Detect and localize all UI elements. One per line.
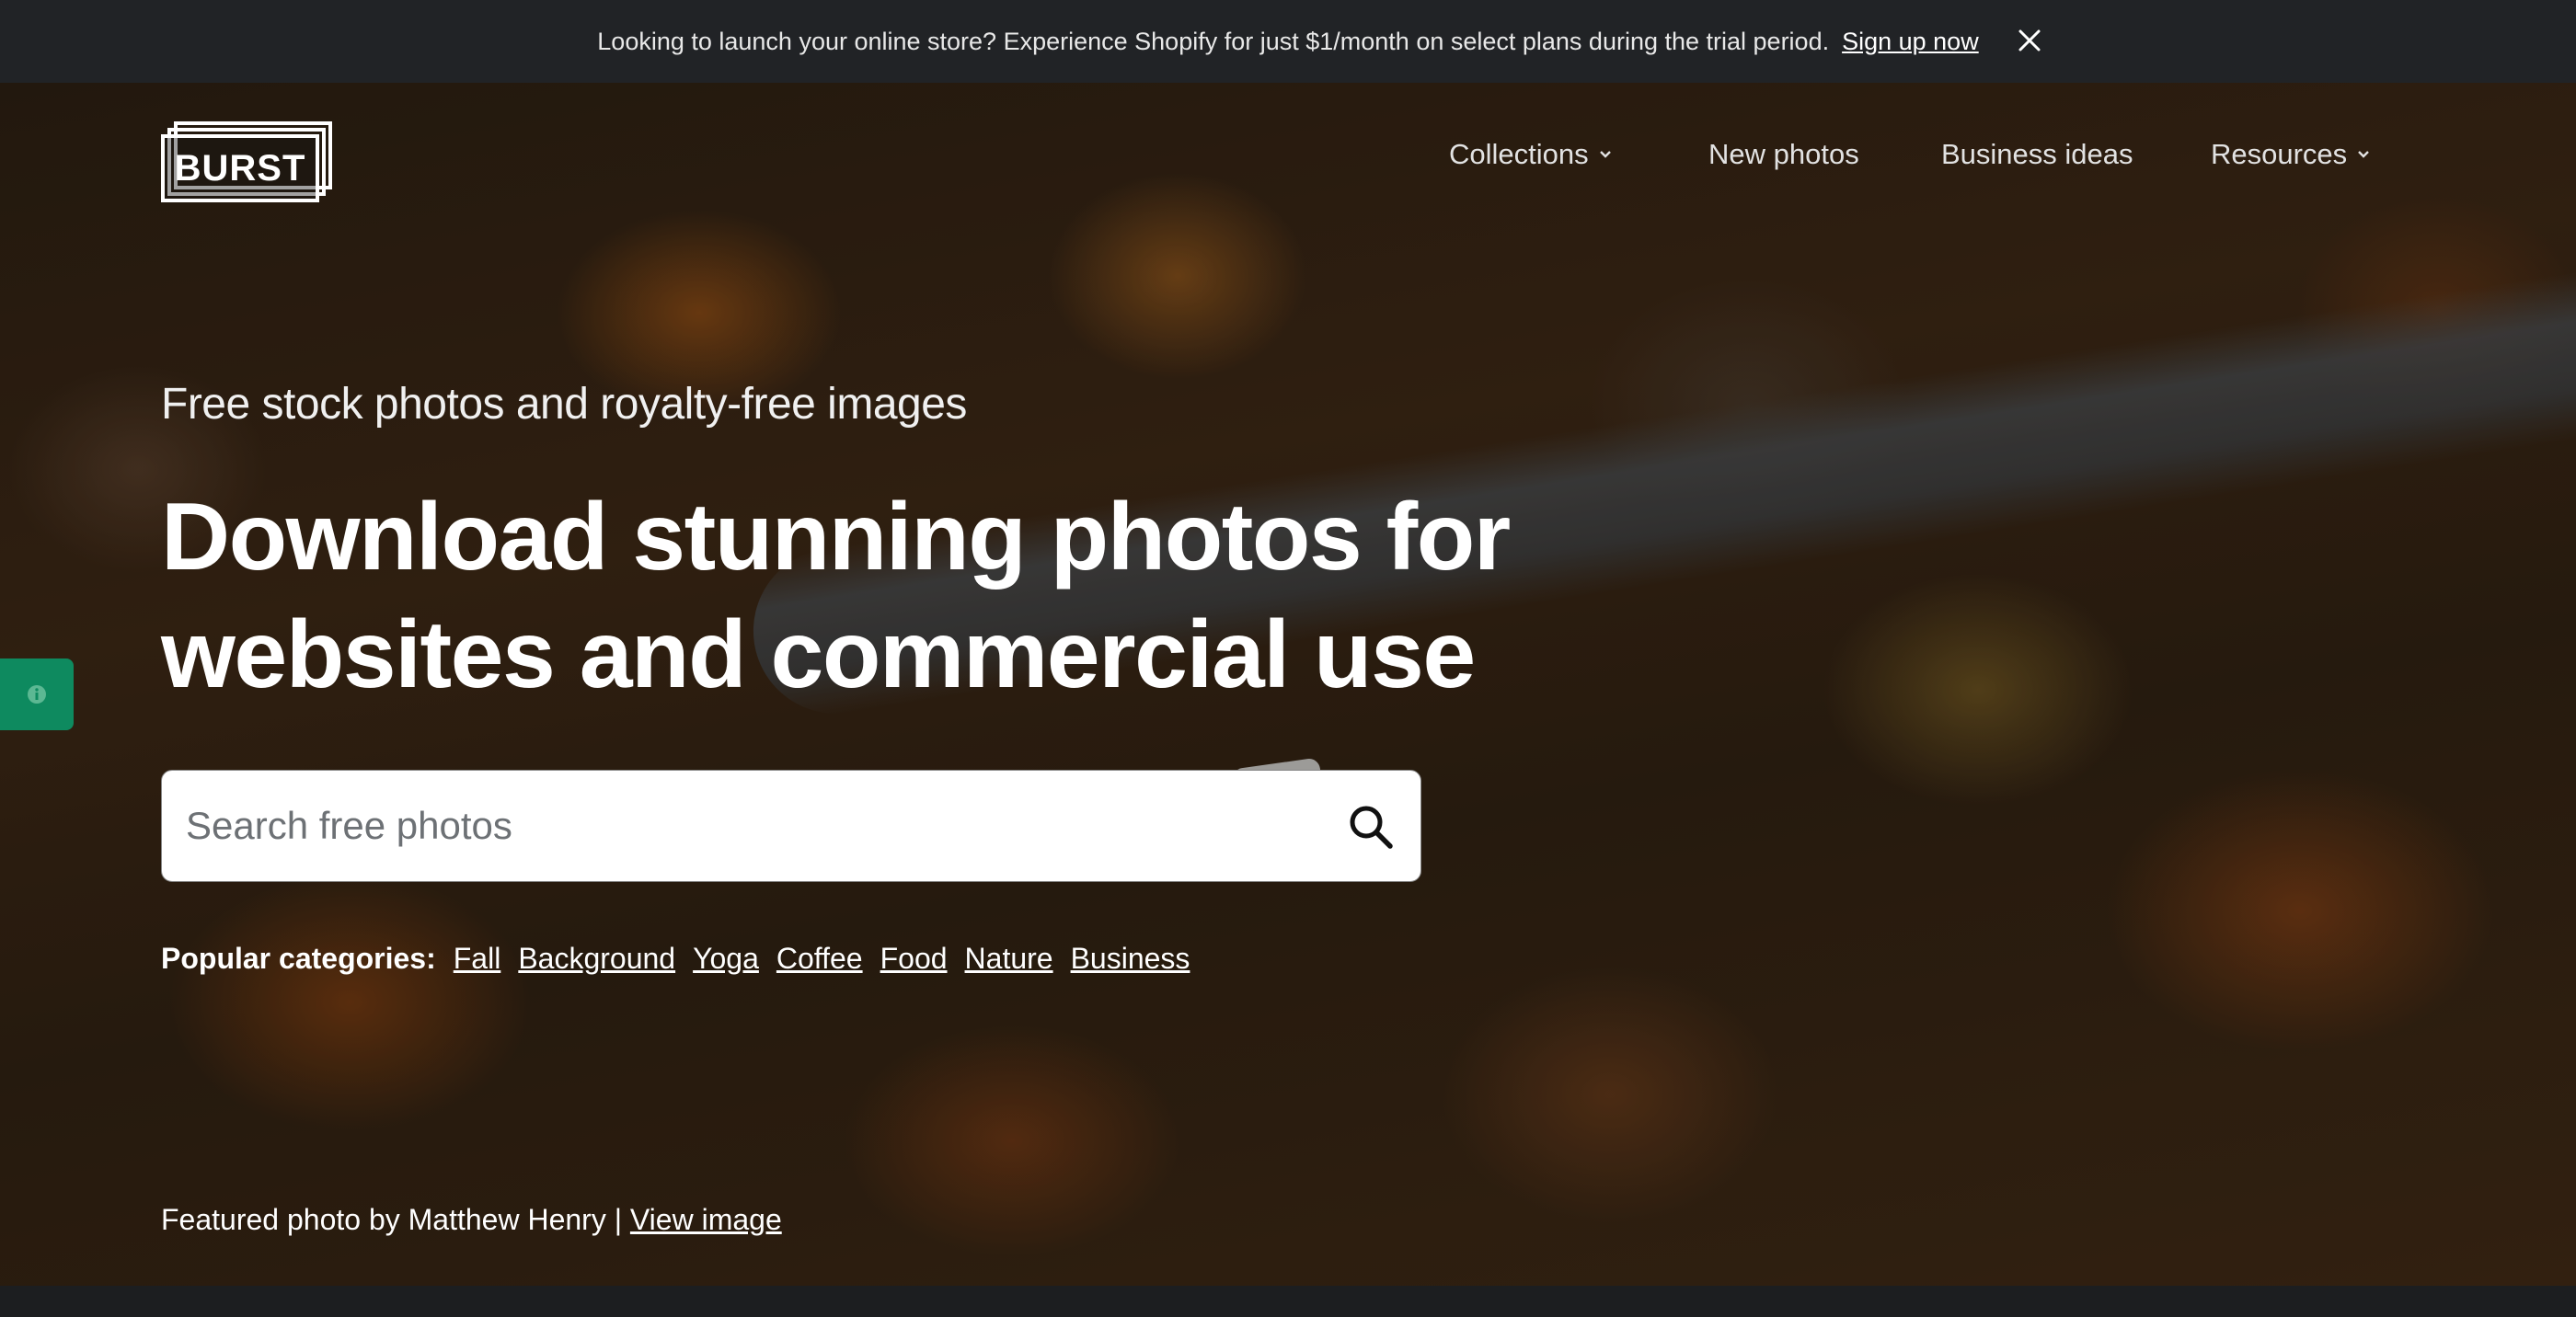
headline-line-2: websites and commercial use — [161, 601, 1476, 708]
search-button[interactable] — [1345, 801, 1397, 853]
category-link-yoga[interactable]: Yoga — [693, 942, 759, 976]
featured-photo-credit: Featured photo by Matthew Henry | View i… — [161, 1203, 782, 1237]
announcement-message: Looking to launch your online store? Exp… — [597, 27, 1830, 55]
category-link-food[interactable]: Food — [880, 942, 948, 976]
chevron-down-icon — [2356, 149, 2371, 160]
burst-logo[interactable]: BURST — [161, 121, 336, 202]
headline-line-1: Download stunning photos for — [161, 484, 1511, 590]
hero-headline: Download stunning photos for websites an… — [161, 478, 1541, 714]
close-icon — [2018, 29, 2041, 52]
nav-business-ideas[interactable]: Business ideas — [1941, 138, 2133, 171]
chevron-down-icon — [1598, 149, 1613, 160]
view-image-link[interactable]: View image — [630, 1203, 782, 1236]
category-link-fall[interactable]: Fall — [454, 942, 501, 976]
category-link-business[interactable]: Business — [1071, 942, 1190, 976]
logo-text: BURST — [161, 134, 319, 202]
search-icon — [1350, 806, 1393, 849]
category-link-background[interactable]: Background — [518, 942, 675, 976]
close-announcement-button[interactable] — [2013, 24, 2046, 57]
nav-new-photos[interactable]: New photos — [1708, 138, 1859, 171]
side-info-tab[interactable] — [0, 658, 74, 730]
featured-credit-text: Featured photo by Matthew Henry | — [161, 1203, 623, 1236]
nav-resources[interactable]: Resources — [2211, 138, 2371, 171]
search-box — [161, 770, 1421, 882]
hero-subtitle: Free stock photos and royalty-free image… — [161, 380, 967, 429]
category-link-coffee[interactable]: Coffee — [776, 942, 863, 976]
announcement-bar: Looking to launch your online store? Exp… — [0, 0, 2576, 83]
info-icon — [28, 685, 46, 704]
page-bottom-strip — [0, 1286, 2576, 1317]
category-link-nature[interactable]: Nature — [965, 942, 1053, 976]
search-input[interactable] — [186, 804, 1271, 848]
sign-up-link[interactable]: Sign up now — [1842, 28, 1979, 56]
popular-categories-label: Popular categories: — [161, 942, 436, 975]
popular-categories: Popular categories: Fall Background Yoga… — [161, 942, 1207, 976]
nav-collections[interactable]: Collections — [1449, 138, 1613, 171]
